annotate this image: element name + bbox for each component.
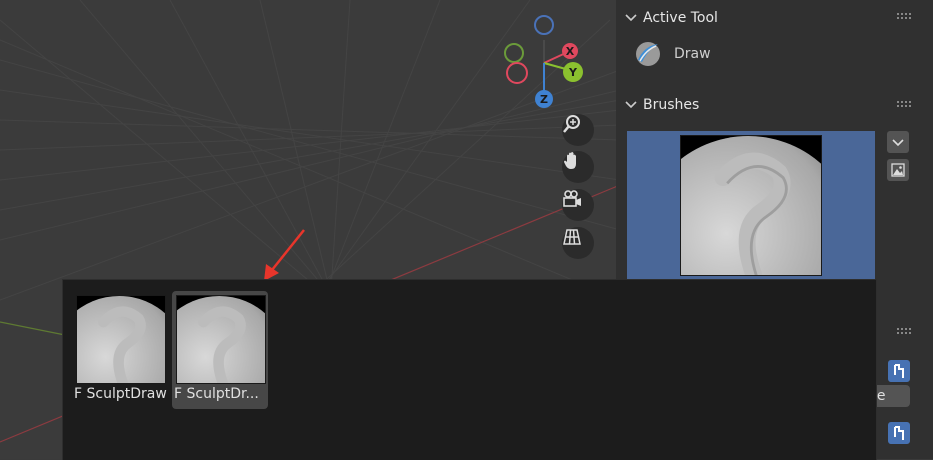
brush-item-0[interactable]: F SculptDraw <box>72 291 168 409</box>
brush-sphere-thumbnail <box>680 135 822 276</box>
z-axis-label: Z <box>540 93 548 106</box>
y-axis-line <box>0 321 71 337</box>
active-tool-name: Draw <box>674 46 711 62</box>
active-tool-panel-header[interactable]: Active Tool <box>624 6 718 30</box>
zoom-button[interactable] <box>562 114 594 146</box>
brush-dropdown-button[interactable] <box>887 131 909 153</box>
chevron-down-icon <box>892 139 904 147</box>
perspective-toggle-button[interactable] <box>562 227 594 259</box>
neg-x-gizmo-handle <box>506 62 528 84</box>
brush-sphere-thumbnail <box>176 295 266 384</box>
x-axis-label: X <box>566 45 575 58</box>
brush-item-label: F SculptDr... <box>174 386 259 402</box>
neg-z-gizmo-handle <box>534 15 554 35</box>
annotation-arrow <box>264 229 305 281</box>
camera-view-button[interactable] <box>562 189 594 221</box>
drag-handle-icon[interactable] <box>897 101 913 109</box>
pressure-icon <box>894 364 904 378</box>
hand-icon <box>564 152 576 169</box>
pressure-icon <box>894 426 904 440</box>
active-tool-header-label: Active Tool <box>643 10 718 26</box>
brushes-header-label: Brushes <box>643 97 700 113</box>
navigation-gizmo[interactable]: X Y Z <box>496 10 596 110</box>
brushes-panel-header[interactable]: Brushes <box>624 93 699 117</box>
zoom-icon <box>563 115 580 133</box>
brush-item-label: F SculptDraw <box>74 386 167 402</box>
grid-perspective-icon <box>563 229 581 245</box>
brush-preview-tile[interactable] <box>627 131 875 291</box>
brush-sphere-thumbnail <box>76 295 166 384</box>
drag-handle-icon[interactable] <box>897 13 913 21</box>
chevron-down-icon <box>625 14 637 22</box>
pan-button[interactable] <box>562 151 594 183</box>
brush-setting-toggle-2[interactable] <box>888 422 910 444</box>
sculpt-draw-icon <box>636 42 660 66</box>
drag-handle-icon[interactable] <box>897 328 913 336</box>
image-icon <box>891 163 905 177</box>
y-axis-label: Y <box>568 66 578 79</box>
brush-asset-browser-button[interactable] <box>887 159 909 181</box>
brush-selector-popup: F SculptDraw F SculptDr... <box>62 279 877 460</box>
brush-item-1[interactable]: F SculptDr... <box>172 291 268 409</box>
neg-y-gizmo-handle <box>504 43 524 63</box>
active-tool-row[interactable]: Draw <box>634 38 711 70</box>
chevron-down-icon <box>625 101 637 109</box>
brush-setting-toggle[interactable] <box>888 360 910 382</box>
camera-icon <box>563 190 581 207</box>
